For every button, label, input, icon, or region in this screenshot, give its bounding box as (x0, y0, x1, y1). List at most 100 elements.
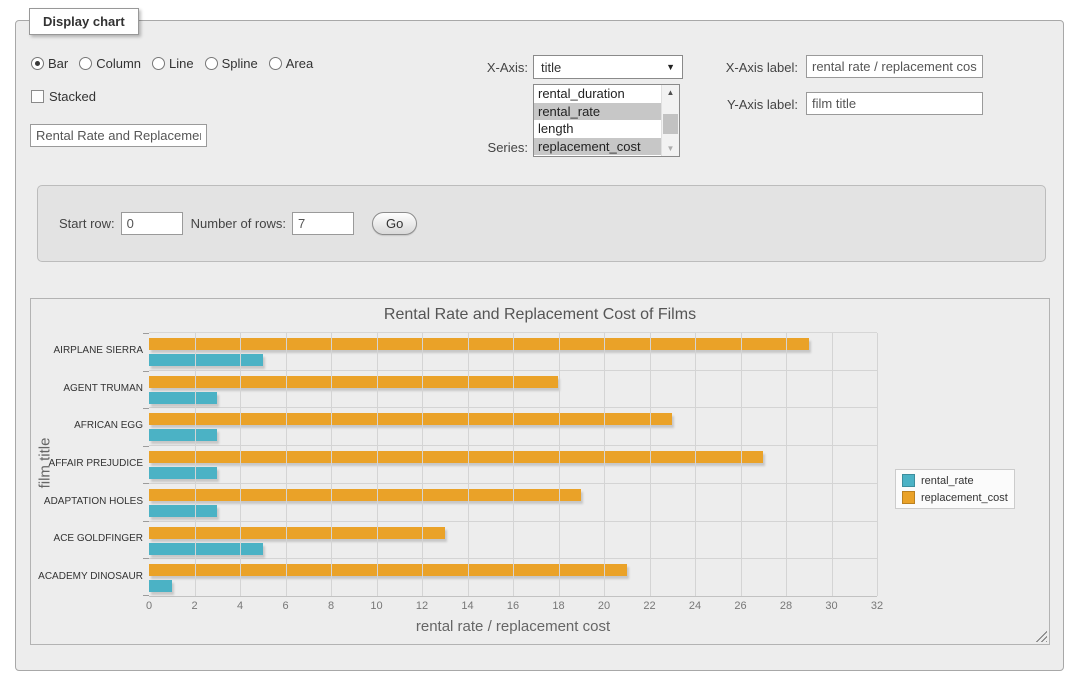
x-axis-tick-label: 10 (370, 600, 382, 612)
bar-replacement_cost (149, 451, 763, 463)
num-rows-label: Number of rows: (191, 216, 286, 231)
chart-type-radio-line[interactable]: Line (152, 56, 194, 71)
category-labels: AIRPLANE SIERRAAGENT TRUMANAFRICAN EGGAF… (31, 332, 143, 595)
stacked-checkbox-row[interactable]: Stacked (31, 89, 96, 104)
gridline (741, 333, 742, 596)
y-axis-tick (143, 371, 149, 372)
gridline (513, 333, 514, 596)
x-axis-tick-label: 26 (734, 600, 746, 612)
series-option-rental_duration[interactable]: rental_duration (534, 85, 661, 103)
series-option-rental_rate[interactable]: rental_rate (534, 103, 661, 121)
start-row-input[interactable] (121, 212, 183, 235)
legend-entry: replacement_cost (902, 491, 1008, 504)
legend-swatch (902, 474, 915, 487)
radio-icon[interactable] (205, 57, 218, 70)
series-listbox[interactable]: rental_durationrental_ratelengthreplacem… (533, 84, 680, 157)
bar-rental_rate (149, 429, 217, 441)
bar-replacement_cost (149, 338, 809, 350)
y-axis-tick (143, 446, 149, 447)
category-label: ACADEMY DINOSAUR (31, 557, 143, 595)
y-axis-tick (143, 595, 149, 596)
gridline (331, 333, 332, 596)
num-rows-input[interactable] (292, 212, 354, 235)
gridline (650, 333, 651, 596)
gridline (286, 333, 287, 596)
chart-type-radio-spline[interactable]: Spline (205, 56, 258, 71)
dropdown-arrow-icon: ▼ (666, 62, 675, 72)
bar-replacement_cost (149, 489, 581, 501)
y-axis-tick (143, 521, 149, 522)
listbox-scrollbar[interactable]: ▲ ▼ (661, 85, 679, 156)
bar-rental_rate (149, 505, 217, 517)
radio-icon[interactable] (79, 57, 92, 70)
chart-type-radio-bar[interactable]: Bar (31, 56, 68, 71)
x-axis-tick-label: 22 (643, 600, 655, 612)
x-axis-tick-label: 28 (780, 600, 792, 612)
x-axis-label-text: X-Axis: (450, 60, 528, 75)
scrollbar-track[interactable] (662, 100, 679, 141)
x-axis-tick-label: 20 (598, 600, 610, 612)
gridline (195, 333, 196, 596)
resize-grip[interactable] (1035, 630, 1047, 642)
x-axis-selected-value: title (541, 60, 561, 75)
chart-type-radio-area[interactable]: Area (269, 56, 313, 71)
bar-replacement_cost (149, 413, 672, 425)
go-button[interactable]: Go (372, 212, 417, 235)
series-label-text: Series: (450, 140, 528, 155)
x-axis-ticks: 02468101214161820222426283032 (149, 600, 877, 614)
radio-icon[interactable] (269, 57, 282, 70)
x-axis-label-field-label: X-Axis label: (705, 60, 798, 75)
stacked-checkbox[interactable] (31, 90, 44, 103)
scroll-down-icon[interactable]: ▼ (662, 141, 679, 156)
chart-type-radio-column[interactable]: Column (79, 56, 141, 71)
radio-icon[interactable] (152, 57, 165, 70)
scrollbar-thumb[interactable] (663, 114, 678, 134)
chart-title: Rental Rate and Replacement Cost of Film… (31, 306, 1049, 324)
radio-option-label: Line (169, 56, 194, 71)
series-option-length[interactable]: length (534, 120, 661, 138)
chart-legend: rental_rate replacement_cost (895, 469, 1015, 509)
radio-icon[interactable] (31, 57, 44, 70)
scroll-up-icon[interactable]: ▲ (662, 85, 679, 100)
category-label: ACE GOLDFINGER (31, 520, 143, 558)
page: Display chart Bar Column Line Spline Area St… (0, 0, 1081, 681)
chart-title-input[interactable] (30, 124, 207, 147)
y-axis-label-input[interactable] (806, 92, 983, 115)
x-axis-tick-label: 2 (191, 600, 197, 612)
x-axis-title: rental rate / replacement cost (149, 618, 877, 635)
gridline (604, 333, 605, 596)
y-axis-tick (143, 558, 149, 559)
y-axis-tick (143, 483, 149, 484)
series-options: rental_durationrental_ratelengthreplacem… (534, 85, 661, 156)
x-axis-tick-label: 18 (552, 600, 564, 612)
gridline (695, 333, 696, 596)
radio-option-label: Column (96, 56, 141, 71)
fieldset-legend: Display chart (29, 8, 139, 35)
gridline (240, 333, 241, 596)
bar-rental_rate (149, 580, 172, 592)
y-axis-label-field-label: Y-Axis label: (705, 97, 798, 112)
x-axis-tick-label: 14 (461, 600, 473, 612)
bar-rental_rate (149, 543, 263, 555)
radio-option-label: Bar (48, 56, 68, 71)
bar-replacement_cost (149, 376, 558, 388)
x-axis-select[interactable]: title ▼ (533, 55, 683, 79)
bar-rental_rate (149, 467, 217, 479)
series-option-replacement_cost[interactable]: replacement_cost (534, 138, 661, 156)
x-axis-tick-label: 12 (416, 600, 428, 612)
gridline (877, 333, 878, 596)
legend-label: rental_rate (921, 475, 974, 487)
x-axis-tick-label: 32 (871, 600, 883, 612)
x-axis-tick-label: 30 (825, 600, 837, 612)
legend-label: replacement_cost (921, 492, 1008, 504)
x-axis-label-input[interactable] (806, 55, 983, 78)
bar-rental_rate (149, 354, 263, 366)
bar-replacement_cost (149, 564, 627, 576)
x-axis-tick-label: 16 (507, 600, 519, 612)
x-axis-tick-label: 8 (328, 600, 334, 612)
radio-option-label: Spline (222, 56, 258, 71)
category-label: ADAPTATION HOLES (31, 482, 143, 520)
x-axis-tick-label: 6 (282, 600, 288, 612)
y-axis-tick (143, 333, 149, 334)
gridline (468, 333, 469, 596)
